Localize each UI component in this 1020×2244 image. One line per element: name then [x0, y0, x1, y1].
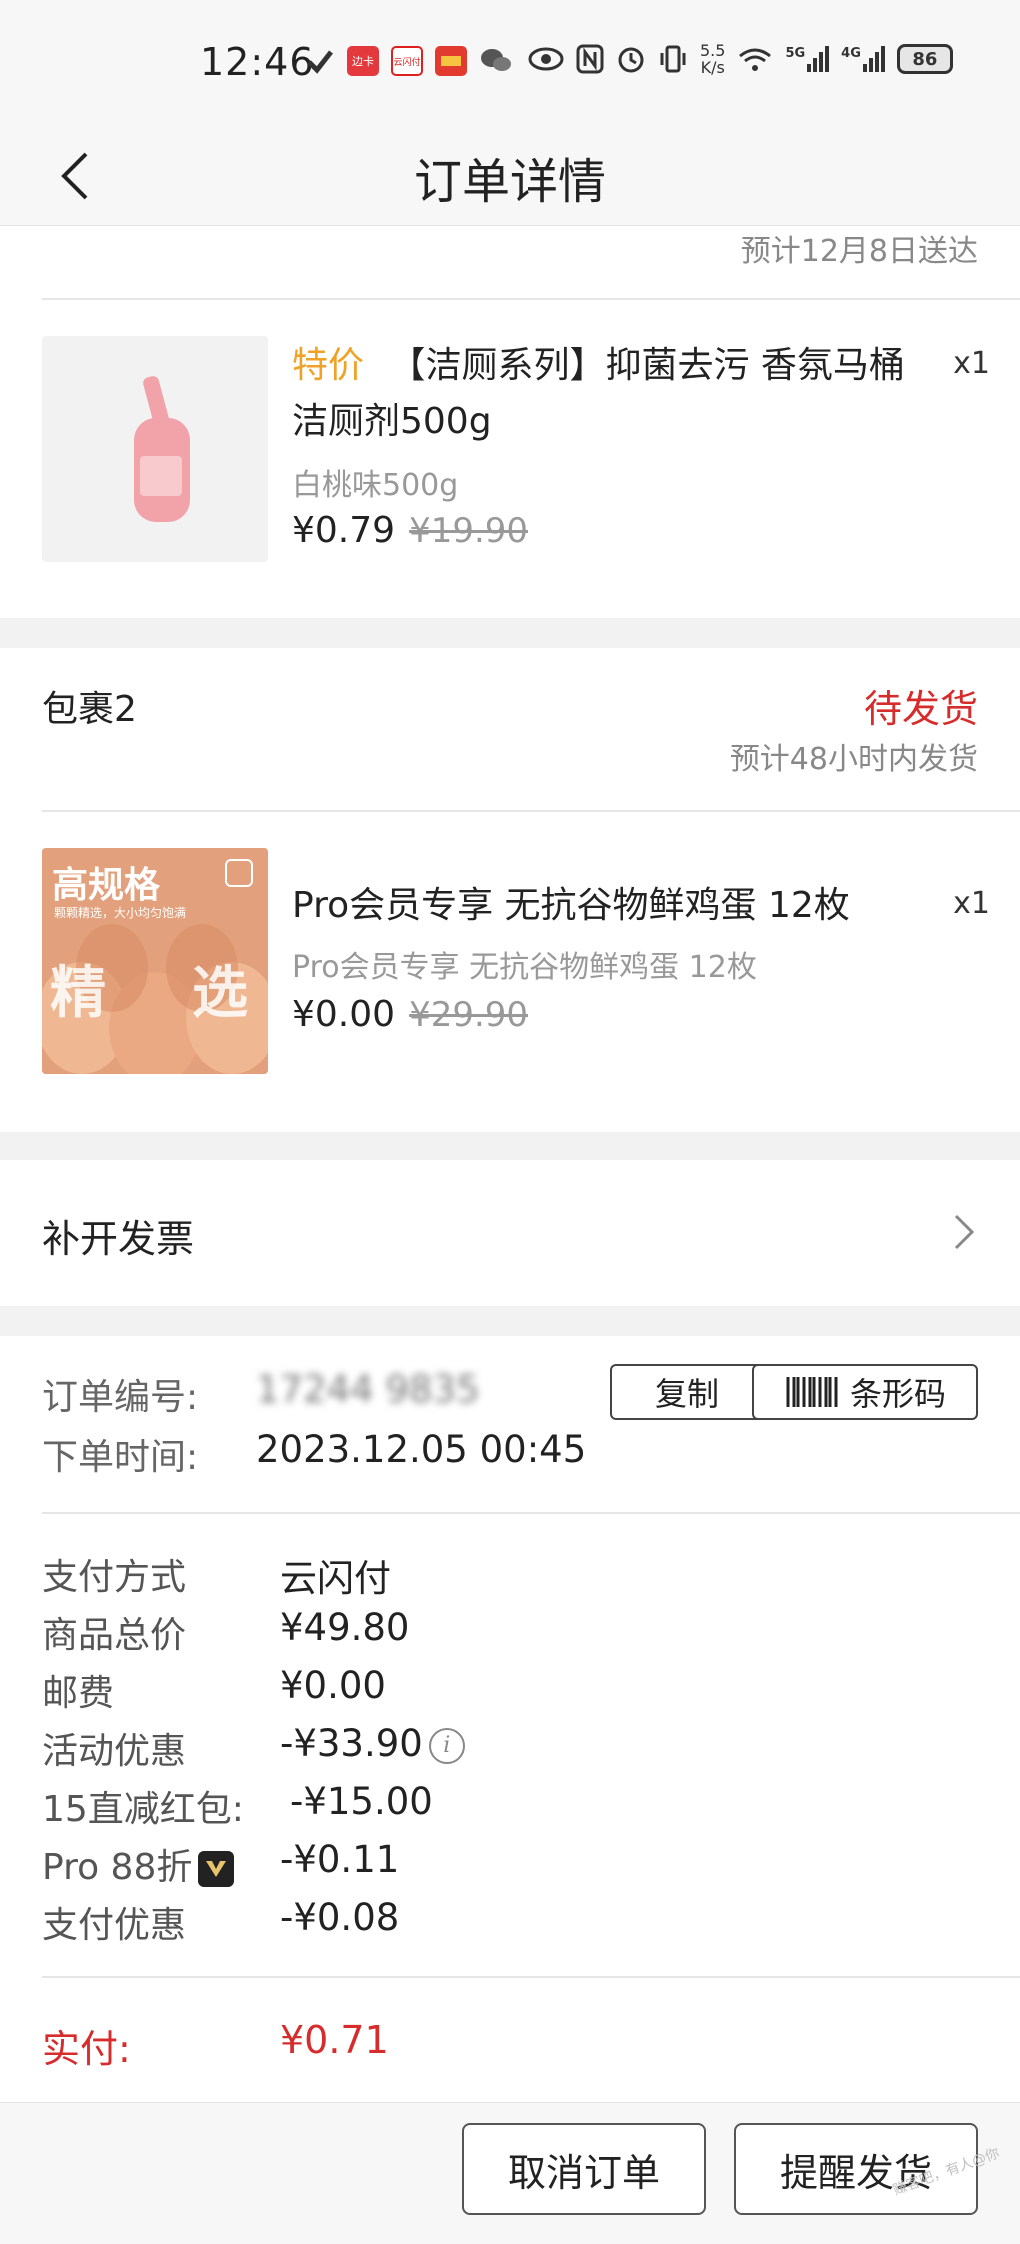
- product-title[interactable]: Pro会员专享 无抗谷物鲜鸡蛋 12枚: [292, 878, 932, 934]
- product-thumbnail[interactable]: 高规格 颗颗精选，大小均匀饱满 精 选: [42, 848, 268, 1074]
- package1-eta: 预计12月8日送达: [740, 234, 978, 269]
- product-quantity: x1: [953, 886, 990, 921]
- product-thumbnail[interactable]: [42, 336, 268, 562]
- product-quantity: x1: [953, 346, 990, 381]
- product-spec: 白桃味500g: [292, 468, 459, 503]
- pro-badge-icon: [198, 1851, 235, 1887]
- chevron-right-icon: [954, 1214, 975, 1250]
- battery-indicator: 86: [896, 44, 953, 74]
- order-time-label: 下单时间:: [42, 1437, 199, 1478]
- info-icon[interactable]: i: [428, 1727, 465, 1764]
- thumb-big-left: 精: [50, 961, 106, 1026]
- thumb-heading: 高规格: [52, 865, 161, 906]
- copy-button[interactable]: 复制: [610, 1364, 764, 1420]
- page-title: 订单详情: [413, 154, 606, 210]
- payment-method-label: 支付方式: [42, 1557, 187, 1598]
- nfc-icon: [576, 44, 604, 74]
- shipping-value: ¥0.00: [280, 1664, 386, 1707]
- original-price: ¥19.90: [409, 511, 529, 551]
- actual-paid-label: 实付:: [42, 2027, 131, 2071]
- pro-discount-value: -¥0.11: [280, 1838, 400, 1881]
- signal-4g-icon: 4G: [841, 46, 885, 72]
- promo-label: 活动优惠: [42, 1731, 187, 1772]
- system-status-icons: 5.5 K/s 5G 4G 86: [528, 42, 953, 76]
- red-packet-label: 15直减红包:: [42, 1789, 244, 1830]
- barcode-button[interactable]: 条形码: [752, 1364, 978, 1420]
- divider: [42, 810, 1020, 812]
- red-packet-value: -¥15.00: [290, 1780, 433, 1823]
- sale-tag: 特价: [292, 345, 365, 386]
- net-speed: 5.5 K/s: [700, 41, 726, 77]
- vibrate-icon: [660, 45, 686, 73]
- unionpay-app-icon: 云闪付: [391, 46, 423, 76]
- barcode-icon: [786, 1377, 838, 1407]
- order-info-card: 订单编号: 17244 9835 复制 条形码 下单时间: 2023.12.05…: [0, 1336, 1020, 2102]
- package-label: 包裹2: [42, 689, 137, 730]
- promo-value: -¥33.90 i: [280, 1722, 465, 1765]
- shipping-label: 邮费: [42, 1673, 115, 1714]
- product-price: ¥0.79 ¥19.90: [292, 510, 528, 551]
- sale-price: ¥0.79: [292, 510, 396, 551]
- invoice-label: 补开发票: [42, 1217, 195, 1261]
- divider: [42, 298, 1020, 300]
- divider: [42, 1512, 1020, 1514]
- order-detail-page: 12:46 边卡 云闪付 5.5 K/s 5G 4G 86 订单详情 预计12月…: [0, 0, 1020, 2244]
- package2-card: 包裹2 待发货 预计48小时内发货 高规格 颗颗精选，大小均匀饱满 精 选 Pr…: [0, 648, 1020, 1132]
- thumb-subtitle: 颗颗精选，大小均匀饱满: [54, 906, 187, 920]
- status-time: 12:46: [200, 40, 315, 84]
- alarm-icon: [618, 47, 644, 73]
- subtotal-value: ¥49.80: [280, 1606, 410, 1649]
- notes-app-icon: [435, 46, 467, 76]
- thumb-big-right: 选: [192, 961, 248, 1026]
- subtotal-label: 商品总价: [42, 1615, 187, 1656]
- product-spec: Pro会员专享 无抗谷物鲜鸡蛋 12枚: [292, 950, 757, 985]
- original-price: ¥29.90: [409, 995, 529, 1035]
- product-price: ¥0.00 ¥29.90: [292, 994, 528, 1035]
- jingdong-app-icon: 边卡: [347, 46, 379, 76]
- package-status: 待发货: [863, 687, 978, 731]
- pro-discount-label: Pro 88折: [42, 1838, 235, 1890]
- invoice-row[interactable]: 补开发票: [0, 1160, 1020, 1306]
- package2-eta: 预计48小时内发货: [729, 742, 978, 777]
- signal-5g-icon: 5G: [785, 46, 830, 72]
- actual-paid-value: ¥0.71: [280, 2018, 389, 2062]
- product-name: 【洁厕系列】抑菌去污 香氛马桶洁厕剂500g: [292, 345, 905, 442]
- order-number-label: 订单编号:: [42, 1377, 199, 1418]
- pay-discount-label: 支付优惠: [42, 1905, 187, 1946]
- nav-bar: 订单详情: [0, 128, 1020, 226]
- product-title[interactable]: 特价 【洁厕系列】抑菌去污 香氛马桶洁厕剂500g: [292, 338, 932, 450]
- package1-card: 预计12月8日送达 特价 【洁厕系列】抑菌去污 香氛马桶洁厕剂500g x1 白…: [0, 226, 1020, 618]
- notification-icons: 边卡 云闪付: [305, 46, 513, 76]
- order-number-value: 17244 9835: [256, 1368, 480, 1411]
- bottom-action-bar: 取消订单 提醒发货 赚客吧，有人@你: [0, 2102, 1020, 2244]
- order-time-value: 2023.12.05 00:45: [256, 1428, 587, 1471]
- cancel-order-button[interactable]: 取消订单: [462, 2123, 706, 2215]
- eye-icon: [528, 47, 564, 71]
- pay-discount-value: -¥0.08: [280, 1896, 400, 1939]
- signal-check-icon: [307, 50, 333, 74]
- wifi-icon: [739, 48, 772, 71]
- sale-price: ¥0.00: [292, 994, 396, 1035]
- status-bar: 12:46 边卡 云闪付 5.5 K/s 5G 4G 86: [0, 0, 1020, 128]
- wechat-icon: [481, 49, 511, 71]
- divider: [42, 1976, 1020, 1978]
- payment-method-value: 云闪付: [280, 1557, 391, 1600]
